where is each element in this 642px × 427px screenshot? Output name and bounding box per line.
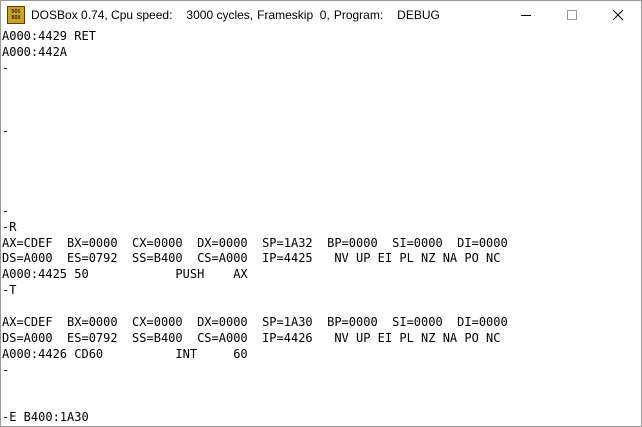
minimize-icon <box>521 15 531 16</box>
dosbox-app-icon[interactable]: DOS BOX <box>7 6 25 24</box>
console-line-text: -R <box>2 219 17 234</box>
console-line-text: A000:4426 CD60 INT 60 <box>2 346 248 361</box>
window-title-app: DOSBox 0.74, Cpu speed: <box>31 8 173 22</box>
console-line-text: A000:4425 50 PUSH AX <box>2 267 248 282</box>
window-title-frameskip: Frameskip 0, <box>257 8 330 22</box>
console-line: - <box>2 124 641 140</box>
console-line-text: AX=CDEF BX=0000 CX=0000 DX=0000 SP=1A30 … <box>2 315 508 330</box>
icon-label-bottom: BOX <box>11 15 21 21</box>
window-title-cpu-speed: 3000 cycles, <box>186 8 254 22</box>
caption-buttons <box>503 1 641 29</box>
console-line-text: AX=CDEF BX=0000 CX=0000 DX=0000 SP=1A32 … <box>2 235 508 250</box>
console-line-text: - <box>2 362 10 377</box>
console-line: -E B400:1A30 <box>2 410 641 426</box>
console-line-text: - <box>2 203 10 218</box>
console-line: -R <box>2 220 641 236</box>
console-line: A000:442A <box>2 45 641 61</box>
console-line-text: - <box>2 60 10 75</box>
console-line: A000:4426 CD60 INT 60 <box>2 347 641 363</box>
dosbox-window: DOS BOX DOSBox 0.74, Cpu speed: 3000 cyc… <box>0 0 642 427</box>
console-line: - <box>2 204 641 220</box>
window-title-program-name: DEBUG <box>397 8 440 22</box>
console-line-text: DS=A000 ES=0792 SS=B400 CS=A000 IP=4426 … <box>2 330 501 345</box>
console-line-text: A000:442A <box>2 44 68 59</box>
console-line-text: A000:4429 RET <box>2 29 96 43</box>
console-line: A000:4425 50 PUSH AX <box>2 267 641 283</box>
console-line: A000:4429 RET <box>2 29 641 45</box>
maximize-button[interactable] <box>549 1 595 29</box>
console-line: DS=A000 ES=0792 SS=B400 CS=A000 IP=4426 … <box>2 331 641 347</box>
minimize-button[interactable] <box>503 1 549 29</box>
console-line-text: -E B400:1A30 <box>2 410 89 425</box>
prompt-dash: - <box>2 124 10 139</box>
console-line: -T <box>2 283 641 299</box>
maximize-icon <box>567 10 577 20</box>
console-line: AX=CDEF BX=0000 CX=0000 DX=0000 SP=1A30 … <box>2 315 641 331</box>
console-line: DS=A000 ES=0792 SS=B400 CS=A000 IP=4425 … <box>2 251 641 267</box>
console-line: AX=CDEF BX=0000 CX=0000 DX=0000 SP=1A32 … <box>2 236 641 252</box>
dos-console[interactable]: A000:4429 RET A000:442A - - - -R AX=CDEF BX=00… <box>1 29 641 426</box>
close-button[interactable] <box>595 1 641 29</box>
window-title-program-label: Program: <box>333 8 384 22</box>
close-icon <box>613 10 623 20</box>
console-line-text: -T <box>2 283 17 298</box>
console-line: - <box>2 363 641 379</box>
console-line-text: DS=A000 ES=0792 SS=B400 CS=A000 IP=4425 … <box>2 251 501 266</box>
title-bar[interactable]: DOS BOX DOSBox 0.74, Cpu speed: 3000 cyc… <box>1 1 641 29</box>
console-line: - <box>2 61 641 77</box>
